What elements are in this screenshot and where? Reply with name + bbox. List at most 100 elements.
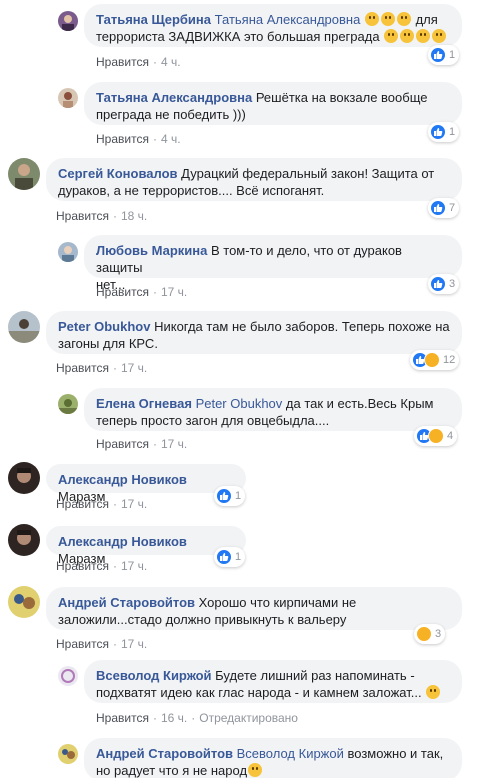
pointing-up-emoji-icon (384, 29, 399, 43)
comment-text: возможно и так, (347, 746, 444, 761)
comment-bubble: Андрей Старовойтов Всеволод Киржой возмо… (84, 738, 462, 778)
comment-author[interactable]: Peter Obukhov (58, 319, 150, 334)
comment-bubble: Peter Obukhov Никогда там не было заборо… (46, 311, 462, 354)
avatar[interactable] (58, 242, 78, 262)
timestamp[interactable]: 16 ч. (161, 711, 187, 725)
comment-text: да так и есть.Весь Крым (285, 396, 434, 411)
timestamp[interactable]: 17 ч. (161, 437, 187, 451)
reaction-count[interactable]: 3 (428, 274, 460, 294)
comment-bubble: Татьяна Щербина Татьяна Александровна дл… (84, 4, 462, 47)
comment-author[interactable]: Александр Новиков (58, 534, 187, 549)
edited-label[interactable]: Отредактировано (199, 711, 298, 725)
avatar[interactable] (58, 88, 78, 108)
wink-emoji-icon (248, 763, 263, 777)
comment-author[interactable]: Александр Новиков (58, 472, 187, 487)
mention-link[interactable]: Татьяна Александровна (215, 12, 361, 27)
laughing-emoji-icon (400, 29, 415, 43)
reaction-count[interactable]: 4 (414, 426, 458, 446)
sad-reaction-icon (424, 352, 440, 368)
reaction-count[interactable]: 3 (414, 624, 446, 644)
comment-author[interactable]: Всеволод Киржой (96, 668, 212, 683)
comment-author[interactable]: Татьяна Александровна (96, 90, 252, 105)
comment-author[interactable]: Андрей Старовойтов (96, 746, 233, 761)
rofl-emoji-icon (396, 12, 411, 26)
like-link[interactable]: Нравится (56, 559, 109, 573)
avatar[interactable] (58, 11, 78, 31)
comment-text: Дурацкий федеральный закон! Защита от (181, 166, 435, 181)
mention-link[interactable]: Всеволод Киржой (237, 746, 344, 761)
like-link[interactable]: Нравится (56, 637, 109, 651)
comment-actions: Нравится · 16 ч. · Отредактировано (96, 711, 298, 725)
like-reaction-icon (216, 549, 232, 565)
comment-actions: Нравится · 17 ч. (56, 361, 148, 375)
like-link[interactable]: Нравится (56, 209, 109, 223)
comment-bubble: Любовь Маркина В том-то и дело, что от д… (84, 235, 462, 292)
avatar[interactable] (58, 394, 78, 414)
avatar[interactable] (8, 158, 40, 190)
comment-text: Никогда там не было заборов. Теперь похо… (154, 319, 450, 334)
comment-text: Хорошо что кирпичами не (198, 595, 357, 610)
comment-actions: Нравится · 4 ч. (96, 55, 181, 69)
comment-text: террориста ЗАДВИЖКА это большая преграда (96, 29, 380, 44)
smile-emoji-icon (426, 685, 441, 699)
reaction-count[interactable]: 7 (428, 198, 460, 218)
like-link[interactable]: Нравится (96, 132, 149, 146)
like-link[interactable]: Нравится (96, 711, 149, 725)
reaction-count[interactable]: 1 (428, 45, 460, 65)
reaction-count[interactable]: 1 (214, 547, 246, 567)
avatar[interactable] (8, 311, 40, 343)
comment-actions: Нравится · 4 ч. (96, 132, 181, 146)
comment-actions: Нравится · 17 ч. (56, 637, 148, 651)
rofl-emoji-icon (364, 12, 379, 26)
avatar[interactable] (58, 744, 78, 764)
comment-actions: Нравится · 17 ч. (56, 497, 148, 511)
comment-bubble: Татьяна Александровна Решётка на вокзале… (84, 82, 462, 125)
like-reaction-icon (430, 47, 446, 63)
reaction-count[interactable]: 12 (410, 350, 460, 370)
timestamp[interactable]: 17 ч. (121, 361, 147, 375)
like-link[interactable]: Нравится (96, 285, 149, 299)
comment-author[interactable]: Татьяна Щербина (96, 12, 211, 27)
comment-actions: Нравится · 18 ч. (56, 209, 148, 223)
comment-actions: Нравится · 17 ч. (96, 437, 188, 451)
reaction-count[interactable]: 1 (428, 122, 460, 142)
comment-actions: Нравится · 17 ч. (96, 285, 188, 299)
comment-author[interactable]: Любовь Маркина (96, 243, 207, 258)
comment-author[interactable]: Елена Огневая (96, 396, 192, 411)
comment-author[interactable]: Андрей Старовойтов (58, 595, 195, 610)
laughing-emoji-icon (416, 29, 431, 43)
like-link[interactable]: Нравится (56, 497, 109, 511)
sad-reaction-icon (428, 428, 444, 444)
comment-actions: Нравится · 17 ч. (56, 559, 148, 573)
like-reaction-icon (430, 124, 446, 140)
like-link[interactable]: Нравится (56, 361, 109, 375)
like-link[interactable]: Нравится (96, 437, 149, 451)
comment-bubble: Елена Огневая Peter Obukhov да так и ест… (84, 388, 462, 431)
avatar[interactable] (8, 524, 40, 556)
comment-text: Будете лишний раз напоминать - (215, 668, 415, 683)
like-link[interactable]: Нравится (96, 55, 149, 69)
timestamp[interactable]: 4 ч. (161, 55, 181, 69)
haha-reaction-icon (416, 626, 432, 642)
comment-bubble: Всеволод Киржой Будете лишний раз напоми… (84, 660, 462, 703)
comment-text: Решётка на вокзале вообще (255, 90, 428, 105)
timestamp[interactable]: 17 ч. (121, 637, 147, 651)
timestamp[interactable]: 17 ч. (121, 559, 147, 573)
comment-bubble: Сергей Коновалов Дурацкий федеральный за… (46, 158, 462, 201)
comment-bubble: Андрей Старовойтов Хорошо что кирпичами … (46, 587, 462, 630)
rofl-emoji-icon (380, 12, 395, 26)
like-reaction-icon (216, 488, 232, 504)
timestamp[interactable]: 18 ч. (121, 209, 147, 223)
timestamp[interactable]: 17 ч. (121, 497, 147, 511)
like-reaction-icon (430, 276, 446, 292)
avatar[interactable] (58, 666, 78, 686)
avatar[interactable] (8, 586, 40, 618)
timestamp[interactable]: 17 ч. (161, 285, 187, 299)
like-reaction-icon (430, 200, 446, 216)
comment-author[interactable]: Сергей Коновалов (58, 166, 178, 181)
timestamp[interactable]: 4 ч. (161, 132, 181, 146)
avatar[interactable] (8, 462, 40, 494)
laughing-emoji-icon (432, 29, 447, 43)
mention-link[interactable]: Peter Obukhov (196, 396, 283, 411)
reaction-count[interactable]: 1 (214, 486, 246, 506)
